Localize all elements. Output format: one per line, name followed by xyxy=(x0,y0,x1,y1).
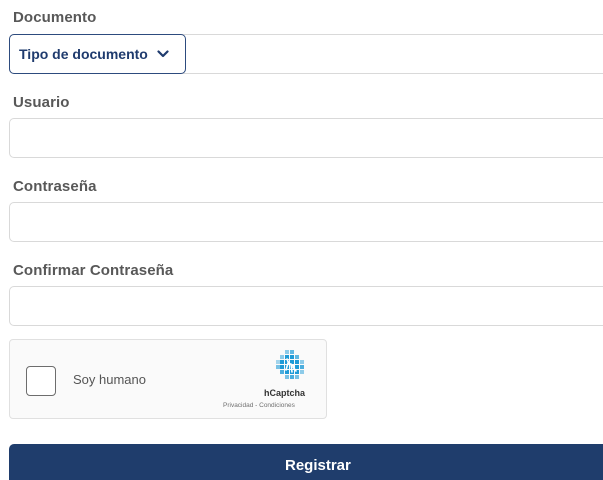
hcaptcha-privacy-terms-links[interactable]: Privacidad - Condiciones xyxy=(223,402,295,409)
document-label: Documento xyxy=(13,9,97,26)
registration-form: Documento Tipo de documento Usuario Cont… xyxy=(0,0,603,480)
password-label: Contraseña xyxy=(13,178,97,195)
hcaptcha-brand: hCaptcha xyxy=(264,388,306,398)
confirm-password-label: Confirmar Contraseña xyxy=(13,262,174,279)
username-label: Usuario xyxy=(13,94,70,111)
register-button[interactable]: Registrar xyxy=(9,444,603,480)
document-type-select[interactable]: Tipo de documento xyxy=(9,34,186,74)
captcha-checkbox[interactable] xyxy=(26,366,56,396)
username-input[interactable] xyxy=(9,118,603,158)
hcaptcha-widget: Soy humano hCaptcha Privacidad - Condici… xyxy=(9,339,327,419)
password-input[interactable] xyxy=(9,202,603,242)
hcaptcha-logo-icon xyxy=(276,350,306,389)
document-type-value: Tipo de documento xyxy=(19,46,148,62)
confirm-password-input[interactable] xyxy=(9,286,603,326)
chevron-down-icon xyxy=(157,50,169,58)
captcha-checkbox-label: Soy humano xyxy=(73,372,146,387)
